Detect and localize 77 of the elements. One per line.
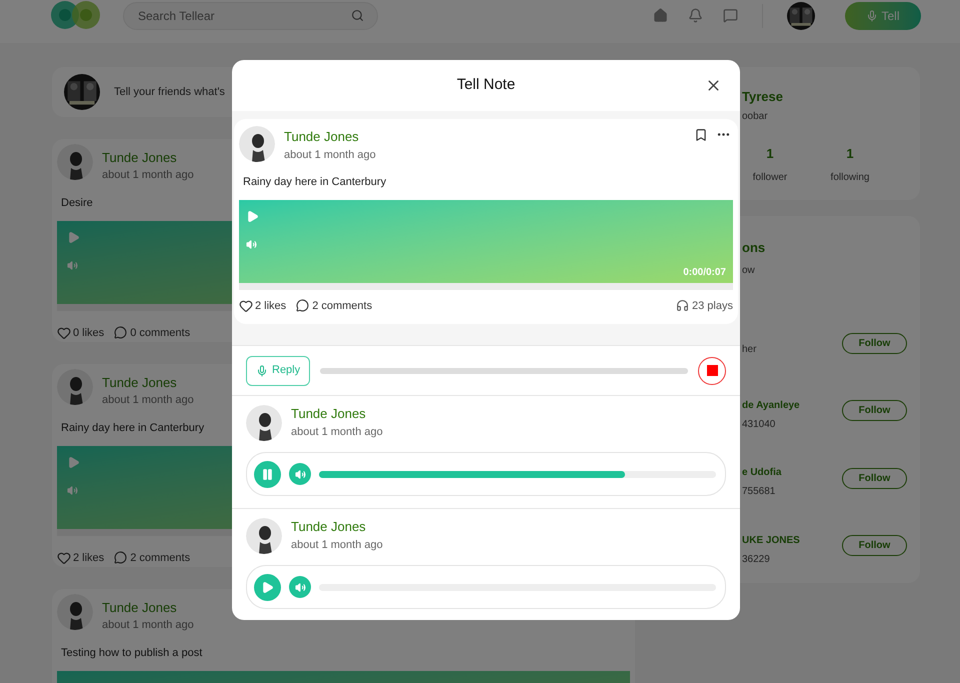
person-name[interactable]: UKE JONES [742, 532, 842, 548]
person-detail: 431040 [742, 418, 776, 432]
follow-button[interactable]: Follow [842, 332, 907, 354]
home-icon[interactable] [653, 8, 668, 23]
headphones-icon [676, 299, 690, 312]
pause-icon [261, 468, 274, 480]
post-time: about 1 month ago [102, 168, 194, 182]
logo[interactable] [50, 0, 102, 30]
comment-count: 0 comments [130, 326, 190, 340]
search-icon[interactable] [351, 8, 364, 22]
post-text: Desire [61, 196, 93, 211]
author-name[interactable]: Tunde Jones [291, 406, 383, 422]
author-name[interactable]: Tunde Jones [102, 150, 194, 166]
stop-icon [706, 365, 718, 376]
heart-icon[interactable] [239, 298, 253, 313]
person-detail: her [742, 342, 758, 357]
post-text: Rainy day here in Canterbury [243, 175, 386, 190]
volume-button[interactable] [289, 576, 311, 598]
author-name[interactable]: Tunde Jones [102, 600, 194, 616]
author-name[interactable]: Tunde Jones [102, 375, 194, 391]
reply-time: about 1 month ago [291, 538, 383, 552]
author-name[interactable]: Tunde Jones [291, 519, 383, 535]
follow-button[interactable]: Follow [842, 535, 907, 556]
reply-time: about 1 month ago [291, 425, 383, 439]
play-icon[interactable] [67, 456, 80, 468]
person-name[interactable]: e Udofia [742, 465, 842, 480]
audio-player[interactable]: 0:00/0:07 [239, 200, 733, 282]
like-count: 2 likes [73, 550, 104, 566]
mic-icon [866, 10, 878, 22]
profile-name[interactable]: Tyrese [742, 87, 920, 106]
pause-button[interactable] [254, 460, 281, 488]
play-icon[interactable] [67, 230, 80, 244]
suggestions-title: ons [742, 239, 766, 257]
play-button[interactable] [254, 574, 281, 600]
post-time: about 1 month ago [284, 148, 376, 162]
modal-title: Tell Note [456, 75, 516, 96]
post-text: Testing how to publish a post [61, 646, 202, 661]
person-detail: 36229 [742, 552, 771, 567]
volume-icon [294, 468, 306, 480]
person-name[interactable]: de Ayanleye [742, 398, 842, 413]
comment-count: 2 comments [312, 298, 372, 314]
play-icon[interactable] [246, 210, 259, 222]
follow-button[interactable]: Follow [842, 400, 907, 422]
profile-handle: oobar [742, 110, 769, 124]
reply-button[interactable]: Reply [246, 356, 310, 386]
play-count: 23 plays [692, 298, 733, 314]
stop-button[interactable] [698, 356, 726, 384]
suggestions-subtitle: ow [742, 264, 756, 278]
stat-label: following [830, 171, 870, 185]
stat-value: 1 [766, 144, 774, 162]
follow-button[interactable]: Follow [842, 468, 907, 489]
like-count: 0 likes [73, 326, 104, 340]
progress-track[interactable] [319, 470, 716, 478]
volume-icon[interactable] [67, 260, 78, 270]
author-name[interactable]: Tunde Jones [284, 129, 376, 145]
tell-button[interactable]: Tell [845, 2, 921, 30]
mic-icon [256, 364, 268, 376]
volume-icon [294, 582, 306, 592]
stat-value: 1 [846, 144, 854, 162]
post-time: about 1 month ago [102, 618, 194, 632]
volume-button[interactable] [289, 463, 311, 485]
messages-icon[interactable] [723, 8, 738, 23]
volume-icon[interactable] [246, 238, 257, 250]
person-detail: 755681 [742, 485, 776, 500]
bell-icon[interactable] [688, 8, 703, 23]
audio-duration: 0:00/0:07 [683, 266, 726, 280]
post-time: about 1 month ago [102, 393, 194, 407]
comment-count: 2 comments [130, 550, 190, 566]
like-count: 2 likes [255, 298, 286, 314]
search-field[interactable]: Search Tellear [123, 2, 378, 30]
post-text: Rainy day here in Canterbury [61, 421, 204, 436]
stat-label: follower [752, 171, 788, 185]
comment-icon[interactable] [296, 299, 310, 312]
bookmark-icon[interactable] [694, 128, 708, 142]
volume-icon[interactable] [67, 484, 78, 496]
composer-prompt[interactable]: Tell your friends what's [114, 84, 225, 100]
play-icon [261, 580, 274, 594]
